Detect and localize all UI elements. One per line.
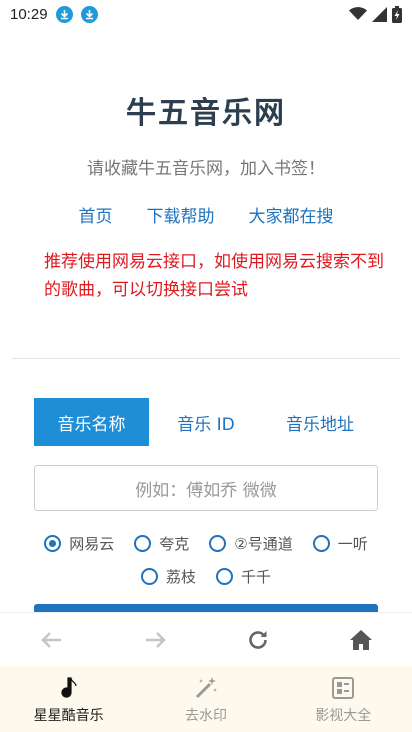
radio-netease[interactable]: 网易云 [44, 533, 114, 554]
radio-button-checked[interactable] [44, 535, 62, 552]
radio-button[interactable] [209, 535, 227, 552]
search-submit-button[interactable] [34, 604, 378, 612]
interface-notice: 推荐使用网易云接口，如使用网易云搜索不到的歌曲，可以切换接口尝试 [44, 252, 384, 300]
search-mode-tabs: 音乐名称 音乐 ID 音乐地址 [34, 398, 378, 446]
home-icon[interactable] [341, 620, 381, 660]
wifi-icon [349, 7, 367, 20]
radio-channel-2[interactable]: ②号通道 [209, 533, 293, 554]
radio-qianqian[interactable]: 千千 [216, 566, 271, 587]
search-input[interactable]: 例如：傅如乔 微微 [34, 465, 378, 511]
app-bottom-navigation: 星星酷音乐 去水印 影视大全 [0, 666, 412, 732]
back-arrow-icon[interactable] [32, 620, 72, 660]
nav-item-remove-watermark[interactable]: 去水印 [146, 674, 266, 725]
source-radio-group: 网易云 夸克 ②号通道 一听 荔枝 千千 [0, 533, 412, 587]
radio-label: 千千 [241, 568, 272, 586]
nav-label: 去水印 [184, 707, 227, 724]
radio-button[interactable] [312, 535, 330, 552]
grid-list-icon [331, 674, 355, 702]
refresh-icon[interactable] [238, 620, 278, 660]
music-note-icon [60, 674, 78, 702]
radio-label: 夸克 [159, 535, 190, 553]
radio-label: 网易云 [69, 535, 115, 553]
radio-button[interactable] [140, 568, 158, 585]
link-home[interactable]: 首页 [79, 202, 113, 227]
link-popular-searches[interactable]: 大家都在搜 [249, 202, 334, 227]
top-links: 首页 下载帮助 大家都在搜 [0, 202, 412, 227]
forward-arrow-icon[interactable] [135, 620, 175, 660]
nav-item-music[interactable]: 星星酷音乐 [9, 674, 129, 725]
download-notification-icon [55, 5, 73, 23]
link-download-help[interactable]: 下载帮助 [147, 202, 215, 227]
download-notification-icon [80, 5, 98, 23]
site-title: 牛五音乐网 [126, 96, 286, 131]
divider [12, 358, 400, 359]
battery-icon [392, 5, 402, 23]
nav-item-movies[interactable]: 影视大全 [283, 674, 403, 725]
tab-music-name[interactable]: 音乐名称 [34, 398, 149, 446]
search-placeholder: 例如：傅如乔 微微 [135, 480, 277, 501]
tab-music-id[interactable]: 音乐 ID [149, 398, 263, 446]
bookmark-hint: 请收藏牛五音乐网，加入书签！ [87, 159, 325, 179]
radio-lizhi[interactable]: 荔枝 [140, 566, 196, 587]
signal-icon [372, 6, 387, 22]
radio-quark[interactable]: 夸克 [134, 533, 189, 554]
magic-wand-icon [193, 674, 219, 702]
web-content: 牛五音乐网 请收藏牛五音乐网，加入书签！ 首页 下载帮助 大家都在搜 推荐使用网… [0, 28, 412, 612]
nav-label: 影视大全 [315, 707, 372, 724]
radio-label: 一听 [337, 535, 368, 553]
radio-label: ②号通道 [234, 535, 293, 553]
tab-music-url[interactable]: 音乐地址 [263, 398, 377, 446]
radio-yiting[interactable]: 一听 [312, 533, 368, 554]
browser-navigation [0, 612, 412, 666]
radio-button[interactable] [134, 535, 152, 552]
radio-button[interactable] [216, 568, 233, 585]
status-time: 10:29 [10, 5, 48, 23]
radio-label: 荔枝 [165, 568, 196, 586]
nav-label: 星星酷音乐 [33, 707, 104, 724]
status-bar: 10:29 [0, 0, 412, 28]
